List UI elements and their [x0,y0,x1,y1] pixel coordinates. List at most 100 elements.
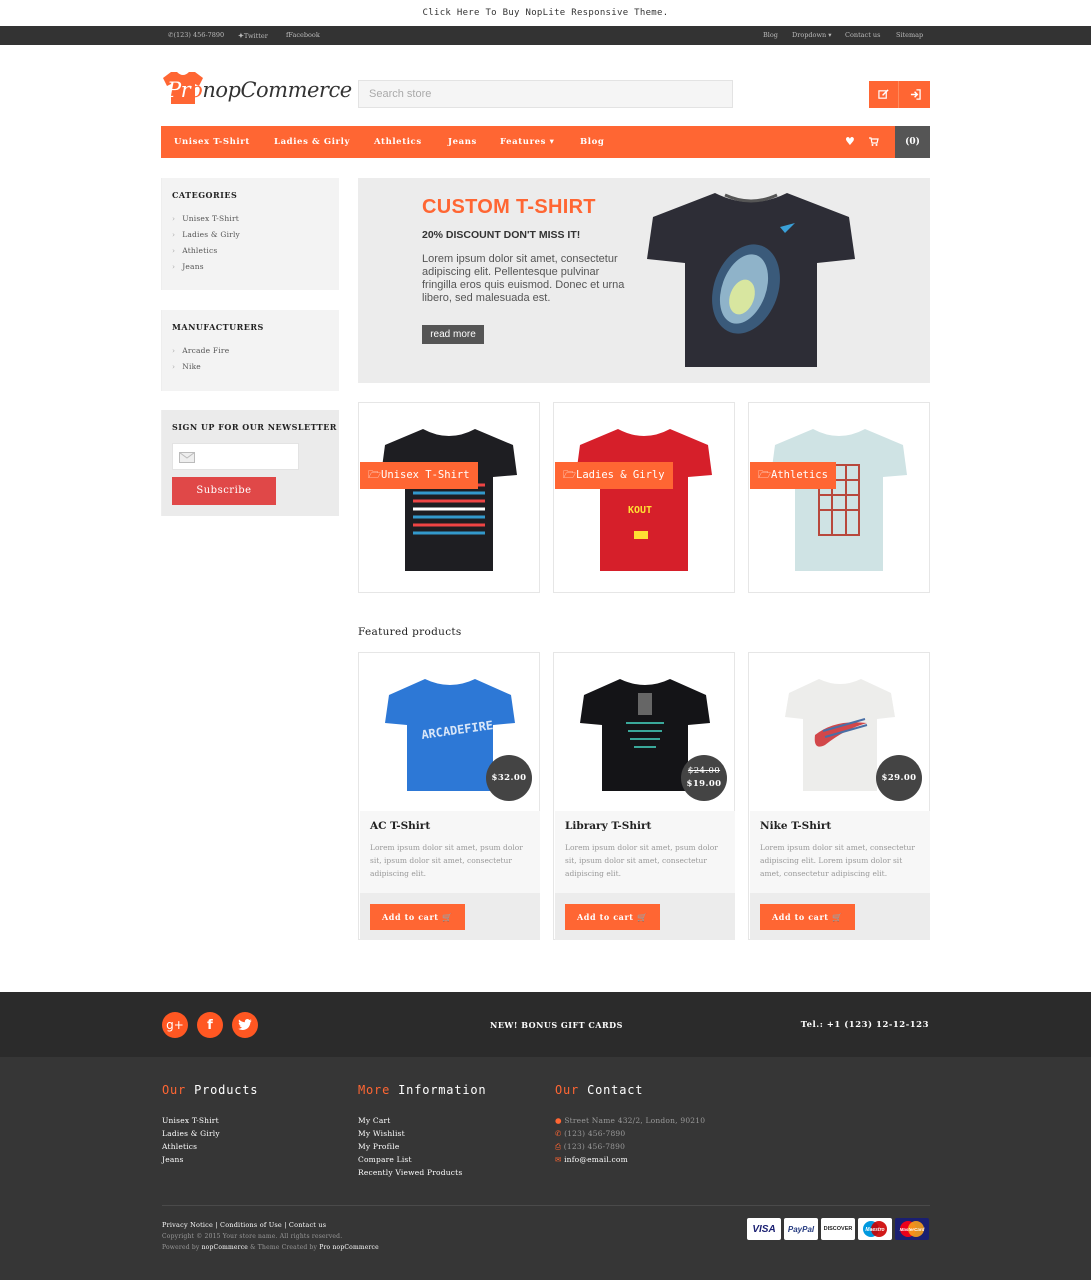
add-to-cart-button[interactable]: Add to cart 🛒 [565,904,660,930]
category-tag[interactable]: 🗁Ladies & Girly [555,462,673,489]
category-tag[interactable]: 🗁Athletics [750,462,836,489]
print-icon: ⎙ [555,1142,562,1151]
newsletter-email-input[interactable] [172,443,299,470]
categories-title: CATEGORIES [172,190,238,200]
paypal-icon: PayPal [784,1218,818,1240]
sign-in-icon [910,89,921,100]
category-link[interactable]: › Jeans [172,262,204,271]
add-to-cart-button[interactable]: Add to cart 🛒 [370,904,465,930]
manufacturers-title: MANUFACTURERS [172,322,264,332]
edit-icon [878,89,889,99]
footer-main: Our Products Unisex T-Shirt Ladies & Gir… [0,1057,1091,1280]
nopcommerce-link[interactable]: nopCommerce [202,1244,248,1251]
nav-item-unisex[interactable]: Unisex T-Shirt [174,126,250,158]
slider-text: Lorem ipsum dolor sit amet, consectetur … [422,253,625,304]
category-link[interactable]: › Ladies & Girly [172,230,240,239]
category-link[interactable]: › Unisex T-Shirt [172,214,239,223]
discover-icon: DISCOVER [821,1218,855,1240]
product-card: $29.00 Nike T-Shirt Lorem ipsum dolor si… [748,652,930,940]
footer-phone: Tel.: +1 (123) 12-12-123 [800,1020,929,1030]
nav-item-blog[interactable]: Blog [580,126,604,158]
gift-cards-link[interactable]: NEW! BONUS GIFT CARDS [490,1020,623,1030]
product-card: $24.00 $19.00 Library T-Shirt Lorem ipsum… [553,652,735,940]
wishlist-heart-icon[interactable]: ♥ [845,126,855,158]
footer-info-link[interactable]: My Cart [358,1116,391,1125]
newsletter-title: SIGN UP FOR OUR NEWSLETTER [172,422,337,432]
add-to-cart-button[interactable]: Add to cart 🛒 [760,904,855,930]
facebook-link[interactable]: fFacebook [286,26,320,45]
price-badge: $32.00 [486,755,532,801]
maestro-icon: Maestro [858,1218,892,1240]
footer-product-link[interactable]: Unisex T-Shirt [162,1116,219,1125]
register-button[interactable] [869,81,899,108]
svg-text:KOUT: KOUT [628,505,652,516]
nav-item-features[interactable]: Features ▾ [500,126,555,158]
hero-slider: CUSTOM T-SHIRT 20% DISCOUNT DON'T MISS I… [358,178,930,383]
footer-divider [162,1205,930,1206]
search-input[interactable]: Search store [358,80,733,108]
envelope-icon: ✉ [555,1155,562,1164]
product-title-link[interactable]: Nike T-Shirt [760,820,831,832]
product-title-link[interactable]: Library T-Shirt [565,820,651,832]
cart-icon[interactable] [869,126,879,158]
product-title-link[interactable]: AC T-Shirt [370,820,430,832]
privacy-link[interactable]: Privacy Notice [162,1221,213,1229]
copyright: Copyright © 2015 Your store name. All ri… [162,1233,343,1240]
manufacturer-link[interactable]: › Arcade Fire [172,346,229,355]
twitter-link[interactable]: ✦Twitter [238,26,268,46]
contact-link[interactable]: Contact us [845,26,880,45]
footer-top: g+ f NEW! BONUS GIFT CARDS Tel.: +1 (123… [0,992,1091,1057]
footer-bottom-links: Privacy Notice | Conditions of Use | Con… [162,1221,327,1229]
footer-email-link[interactable]: ✉ info@email.com [555,1155,628,1164]
subscribe-button[interactable]: Subscribe [172,477,276,505]
nav-item-athletics[interactable]: Athletics [374,126,422,158]
blog-link[interactable]: Blog [763,26,778,45]
footer-info-link[interactable]: My Wishlist [358,1129,405,1138]
top-bar: ✆(123) 456-7890 ✦Twitter fFacebook Blog … [0,26,1091,45]
footer-product-link[interactable]: Athletics [162,1142,197,1151]
map-marker-icon: ● [555,1116,562,1125]
svg-text:Maestro: Maestro [865,1227,884,1233]
footer-info-link[interactable]: Recently Viewed Products [358,1168,462,1177]
dropdown-menu[interactable]: Dropdown ▾ [792,26,832,45]
logo[interactable]: PronopCommerce [161,70,352,112]
header-actions [869,81,930,108]
google-plus-icon[interactable]: g+ [162,1012,188,1038]
read-more-button[interactable]: read more [422,325,484,344]
promo-banner-link[interactable]: Click Here To Buy NopLite Responsive The… [0,0,1091,26]
category-card-athletics[interactable]: 🗁Athletics [748,402,930,593]
caret-down-icon: ▾ [549,137,555,147]
product-description: Lorem ipsum dolor sit amet, consectetur … [760,843,915,878]
tshirt-hero-image [647,193,855,367]
nav-item-jeans[interactable]: Jeans [448,126,477,158]
footer-info-link[interactable]: My Profile [358,1142,399,1151]
footer-product-link[interactable]: Ladies & Girly [162,1129,220,1138]
phone-link[interactable]: ✆(123) 456-7890 [168,26,224,45]
conditions-link[interactable]: Conditions of Use [220,1221,282,1229]
nav-item-ladies[interactable]: Ladies & Girly [274,126,350,158]
manufacturer-link[interactable]: › Nike [172,362,201,371]
envelope-icon [179,452,195,463]
twitter-icon[interactable] [232,1012,258,1038]
slider-subtitle: 20% DISCOUNT DON'T MISS IT! [422,229,581,241]
cart-icon: 🛒 [636,912,648,922]
powered-by: Powered by nopCommerce & Theme Created b… [162,1244,379,1251]
price-badge: $24.00 $19.00 [681,755,727,801]
sitemap-link[interactable]: Sitemap [896,26,923,45]
product-card: ARCADEFIRE $32.00 AC T-Shirt Lorem ipsum… [358,652,540,940]
contact-link[interactable]: Contact us [289,1221,326,1229]
footer-product-link[interactable]: Jeans [162,1155,184,1164]
footer-info-link[interactable]: Compare List [358,1155,412,1164]
product-description: Lorem ipsum dolor sit amet, psum dolor s… [565,843,718,878]
category-link[interactable]: › Athletics [172,246,217,255]
pro-nopcommerce-link[interactable]: Pro nopCommerce [319,1244,379,1251]
product-description: Lorem ipsum dolor sit amet, psum dolor s… [370,843,523,878]
category-tag[interactable]: 🗁Unisex T-Shirt [360,462,478,489]
red-tshirt-image: KE KOUT [576,429,712,571]
login-button[interactable] [900,81,930,108]
cart-count[interactable]: (0) [895,126,930,158]
category-card-unisex[interactable]: 🗁Unisex T-Shirt [358,402,540,593]
facebook-icon[interactable]: f [197,1012,223,1038]
category-card-ladies[interactable]: KE KOUT 🗁Ladies & Girly [553,402,735,593]
visa-icon: VISA [747,1218,781,1240]
